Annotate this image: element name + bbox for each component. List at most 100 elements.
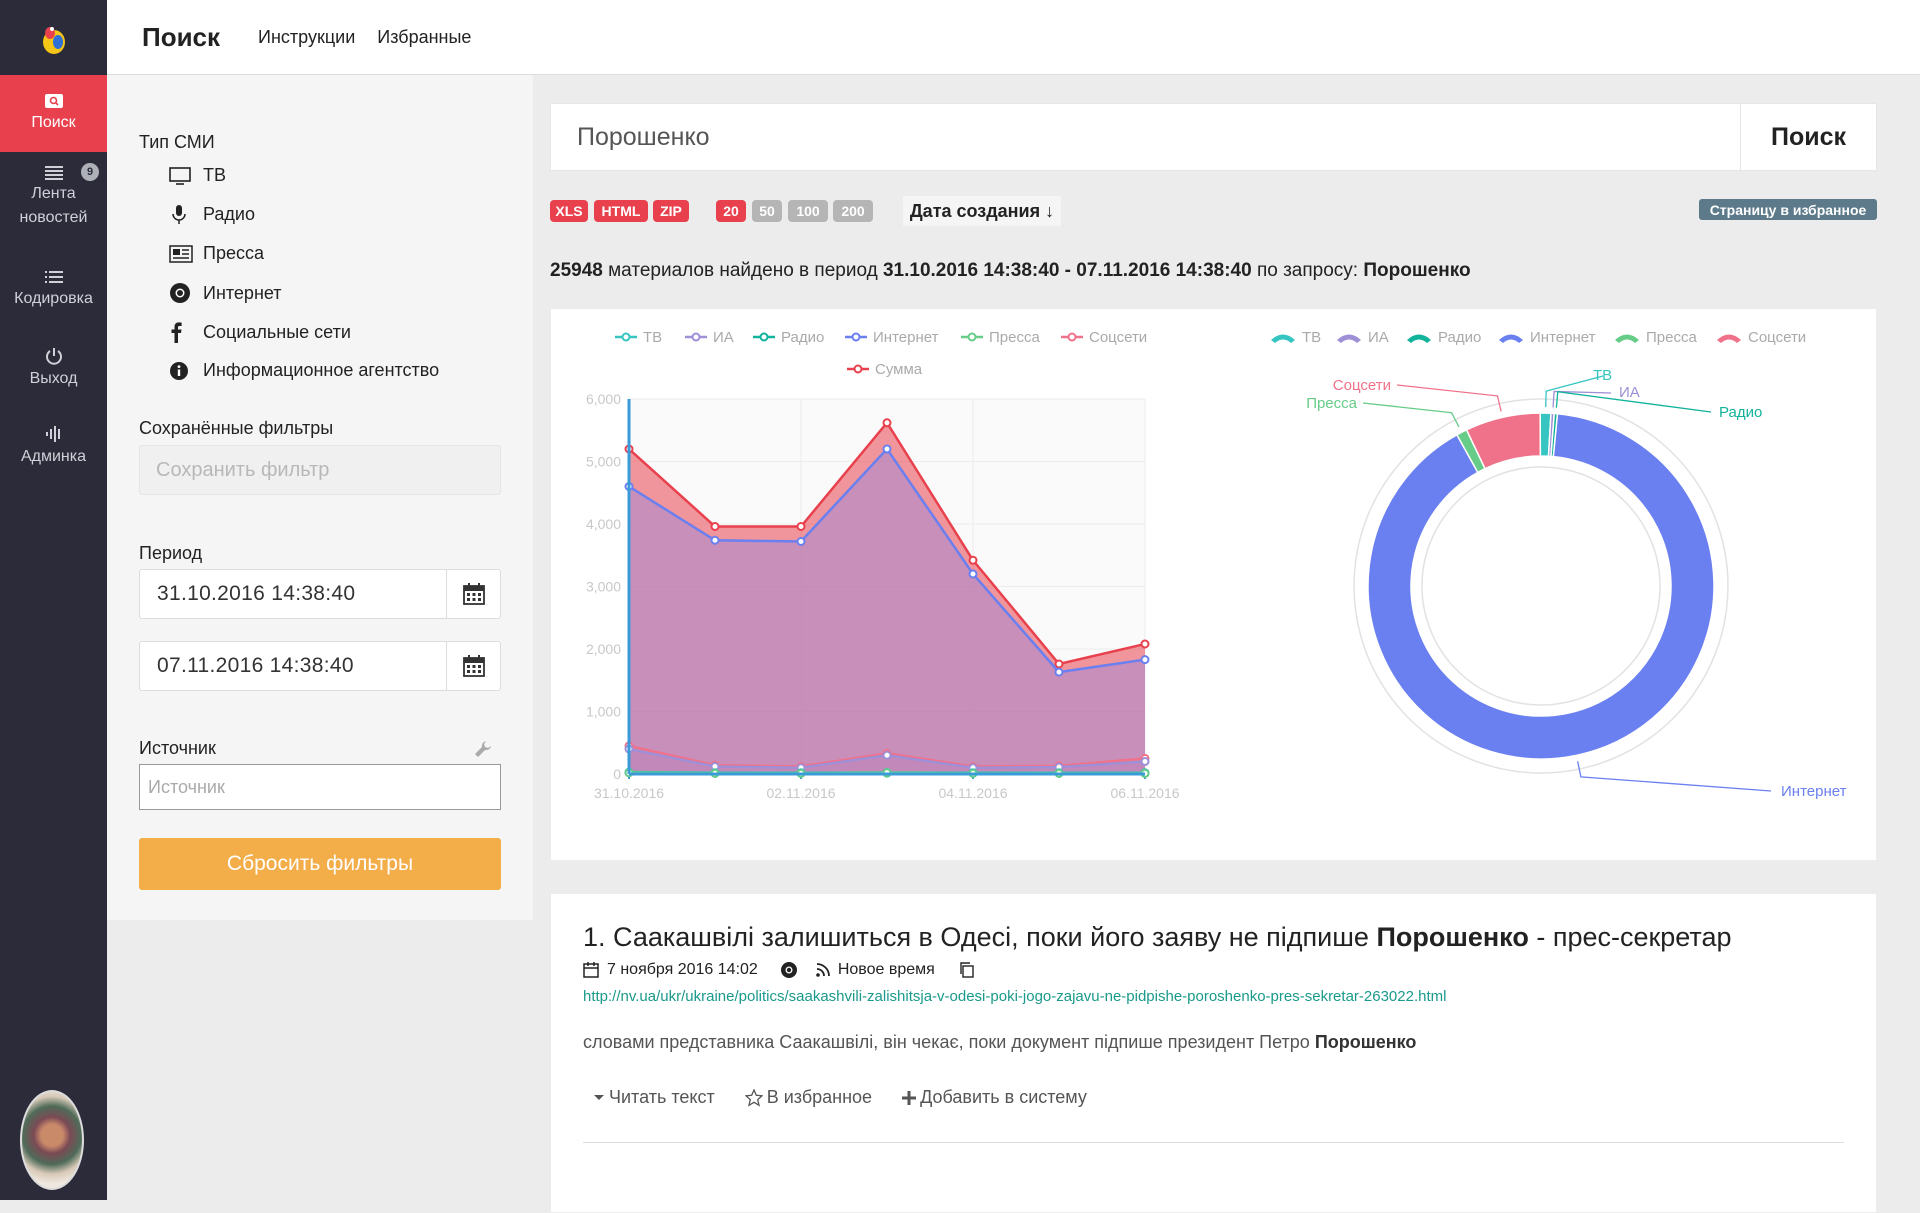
copy-icon[interactable] — [959, 962, 975, 978]
export-html-button[interactable]: HTML — [594, 200, 648, 222]
star-icon — [744, 1088, 763, 1107]
y-tick-label: 5,000 — [586, 454, 621, 470]
sidebar-item-admin[interactable]: Админка — [0, 412, 107, 482]
page-size-100-button[interactable]: 100 — [788, 200, 828, 222]
point-Сумма — [968, 555, 978, 565]
y-tick-label: 6,000 — [586, 391, 621, 407]
media-type-agency[interactable]: Информационное агентство — [169, 360, 439, 381]
media-type-social[interactable]: Социальные сети — [169, 321, 351, 343]
caret-down-icon — [594, 1094, 604, 1100]
media-type-press[interactable]: Пресса — [169, 243, 264, 264]
legend-label: Интернет — [873, 329, 939, 346]
saved-filters-label: Сохранённые фильтры — [139, 418, 334, 438]
search-button[interactable]: Поиск — [1740, 104, 1876, 170]
results-summary: 25948 материалов найдено в период 31.10.… — [550, 260, 1471, 281]
legend-marker — [851, 332, 861, 342]
legend-item-Соцсети: Соцсети — [1717, 329, 1806, 346]
search-icon — [44, 93, 63, 108]
top-bar: Поиск Инструкции Избранные — [107, 0, 1920, 75]
calendar-button[interactable] — [446, 642, 500, 690]
charts-panel: 0 1,000 2,000 3,000 4,000 5,000 6,000 31.10.201… — [550, 308, 1877, 861]
page-size-50-button[interactable]: 50 — [752, 200, 782, 222]
microphone-icon — [172, 204, 186, 224]
sidebar-item-news-feed[interactable]: 9 Лента новостей — [0, 155, 107, 240]
newspaper-icon — [169, 244, 193, 263]
legend-label: Интернет — [1530, 329, 1596, 346]
sidebar-item-logout[interactable]: Выход — [0, 334, 107, 404]
sidebar-item-label: Лента новостей — [19, 184, 88, 226]
result-date: 7 ноября 2016 14:02 — [607, 961, 758, 978]
equalizer-icon — [45, 426, 60, 442]
sidebar-item-search[interactable]: Поиск — [0, 75, 107, 152]
result-title[interactable]: 1. Саакашвілі залишиться в Одесі, поки й… — [583, 922, 1732, 953]
monitor-icon — [169, 166, 191, 185]
export-zip-button[interactable]: ZIP — [653, 200, 689, 222]
legend-label: ТВ — [643, 329, 662, 346]
point-Интернет — [796, 537, 806, 546]
result-snippet: словами представника Саакашвілі, він чек… — [583, 1032, 1417, 1052]
add-to-favorites-button[interactable]: В избранное — [744, 1087, 872, 1108]
sidebar-item-label: Админка — [20, 448, 87, 465]
source-input[interactable]: Источник — [139, 764, 501, 810]
power-icon — [45, 348, 62, 365]
legend-swatch — [1407, 334, 1431, 343]
x-tick-label: 04.11.2016 — [938, 785, 1007, 801]
calendar-button[interactable] — [446, 570, 500, 618]
x-tick-label: 02.11.2016 — [766, 785, 835, 801]
reset-filters-button[interactable]: Сбросить фильтры — [139, 838, 501, 890]
media-type-tv[interactable]: ТВ — [169, 165, 226, 186]
legend-label: Сумма — [875, 361, 923, 378]
wrench-icon[interactable] — [474, 740, 492, 758]
page-size-20-button[interactable]: 20 — [716, 200, 746, 222]
point-Интернет — [1140, 655, 1150, 665]
legend-item-Пресса: Пресса — [1615, 329, 1697, 346]
point-Сумма — [796, 522, 806, 531]
media-type-label: Тип СМИ — [139, 132, 215, 152]
result-card: 1. Саакашвілі залишиться в Одесі, поки й… — [550, 893, 1877, 1213]
read-text-button[interactable]: Читать текст — [593, 1087, 715, 1108]
media-type-internet[interactable]: Интернет — [169, 282, 282, 304]
callout-line-Пресса — [1362, 402, 1460, 428]
plus-icon — [902, 1090, 917, 1105]
legend-item-ИА: ИА — [685, 329, 734, 346]
filters-panel: Тип СМИ ТВ Радио Пресса Интернет Социаль… — [107, 75, 533, 920]
y-tick-label: 1,000 — [586, 704, 621, 720]
date-to-field[interactable]: 07.11.2016 14:38:40 — [139, 641, 501, 691]
calendar-icon — [462, 583, 485, 605]
legend-marker — [621, 332, 631, 342]
result-meta: 7 ноября 2016 14:02 Новое время — [583, 961, 975, 979]
date-to-value[interactable]: 07.11.2016 14:38:40 — [140, 642, 446, 690]
legend-label: Соцсети — [1748, 329, 1806, 346]
nav-link-instructions[interactable]: Инструкции — [258, 27, 355, 48]
callout-label-Пресса: Пресса — [1306, 395, 1357, 412]
legend-swatch — [1499, 334, 1523, 343]
page-size-200-button[interactable]: 200 — [833, 200, 873, 222]
point-Интернет — [882, 444, 892, 454]
sidebar-item-coding[interactable]: Кодировка — [0, 256, 107, 326]
sort-dropdown[interactable]: Дата создания ↓ — [903, 196, 1061, 226]
nav-link-favorites[interactable]: Избранные — [377, 27, 471, 48]
legend-label: Радио — [781, 329, 824, 346]
x-tick-label: 06.11.2016 — [1110, 785, 1179, 801]
date-from-value[interactable]: 31.10.2016 14:38:40 — [140, 570, 446, 618]
date-from-field[interactable]: 31.10.2016 14:38:40 — [139, 569, 501, 619]
chrome-icon — [170, 283, 190, 303]
media-type-radio[interactable]: Радио — [169, 204, 255, 225]
export-xls-button[interactable]: XLS — [550, 200, 588, 222]
app-logo[interactable] — [0, 0, 107, 75]
y-tick-label: 4,000 — [586, 516, 621, 532]
donut-chart: ТВИАРадиоИнтернетПрессаСоцсетиТВ ИА Радио И… — [1271, 329, 1847, 800]
facebook-icon — [171, 322, 182, 343]
result-url[interactable]: http://nv.ua/ukr/ukraine/politics/saakas… — [583, 988, 1446, 1005]
notification-badge: 9 — [81, 163, 99, 181]
user-avatar[interactable] — [20, 1090, 84, 1190]
save-filter-input[interactable]: Сохранить фильтр — [139, 445, 501, 495]
search-input[interactable]: Порошенко — [551, 104, 1740, 170]
result-source[interactable]: Новое время — [838, 961, 935, 979]
add-to-system-button[interactable]: Добавить в систему — [902, 1087, 1087, 1108]
legend-item-ТВ: ТВ — [1271, 329, 1321, 346]
page-to-favorites-button[interactable]: Страницу в избранное — [1699, 199, 1877, 220]
y-tick-label: 3,000 — [586, 579, 621, 595]
divider — [583, 1142, 1844, 1143]
legend-item-Радио: Радио — [753, 329, 824, 346]
